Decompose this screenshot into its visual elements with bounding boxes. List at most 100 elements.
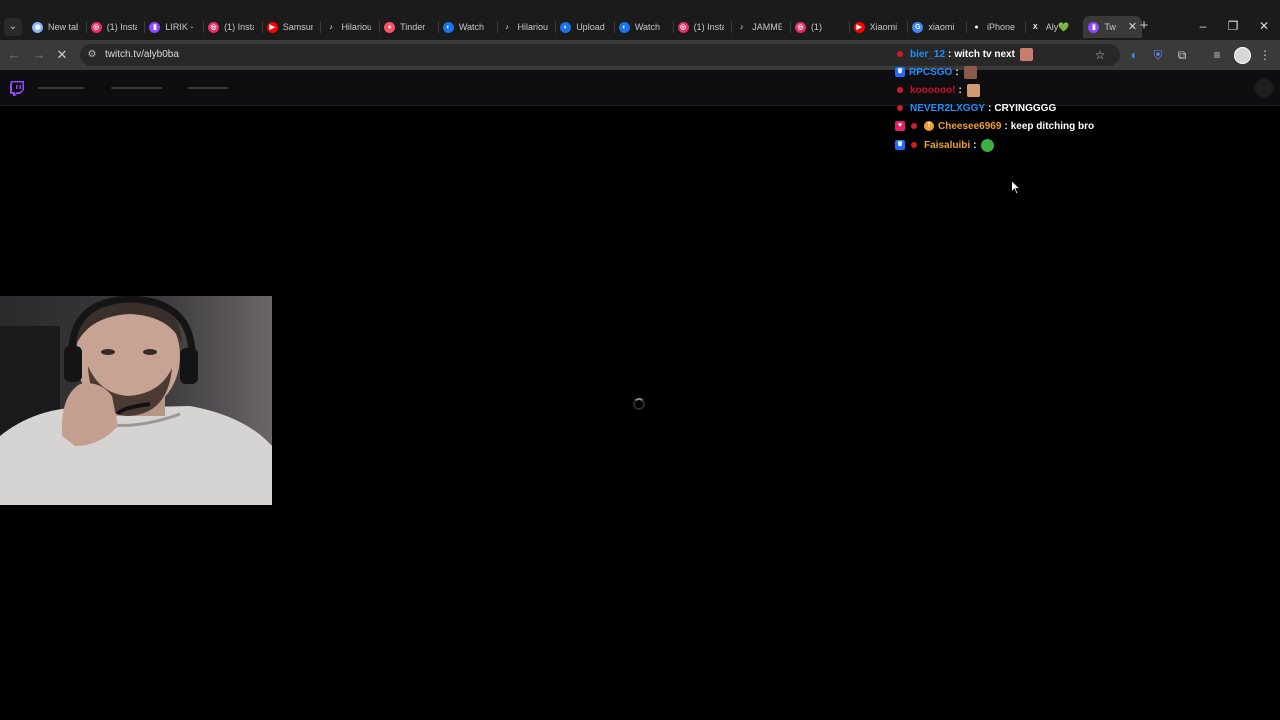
- browser-tab[interactable]: ◎ (1) Instagram: [85, 16, 145, 38]
- chat-separator: :: [948, 48, 952, 60]
- browser-tab[interactable]: ♦ Tinder: [379, 16, 438, 38]
- tinder-icon: ♦: [384, 21, 396, 33]
- nav-following-placeholder[interactable]: [38, 87, 84, 89]
- url-text[interactable]: twitch.tv/alyb0ba: [105, 49, 179, 60]
- tab-title: Tw: [1104, 22, 1116, 32]
- tab-title: JAMME: [752, 22, 783, 32]
- mouse-cursor-icon: [1011, 180, 1021, 195]
- chat-emote-icon: [963, 65, 977, 79]
- browser-tab[interactable]: ▮ Tw ✕: [1083, 16, 1143, 38]
- chat-message: ♛ Faisaluibi:: [895, 137, 995, 153]
- google-icon: G: [912, 21, 924, 33]
- browser-tab[interactable]: ◎ (1) Instagram: [203, 16, 262, 38]
- browser-tab[interactable]: ♪ Hilarious: [496, 16, 556, 38]
- chat-text: CRYINGGGG: [994, 102, 1057, 114]
- tab-title: LIRIK -: [165, 22, 194, 32]
- chat-message: ♛ RPCSGO:: [895, 64, 977, 80]
- tiktok-icon: ♪: [505, 23, 509, 31]
- x-icon: X: [1032, 23, 1038, 31]
- tiktok-icon: ♪: [329, 23, 333, 31]
- tab-title: Hilarious: [517, 22, 548, 32]
- chat-separator: :: [988, 102, 992, 114]
- status-dot-icon: [911, 142, 917, 148]
- chat-message: ♥! Cheesee6969: keep ditching bro: [895, 118, 1094, 134]
- new-tab-button[interactable]: +: [1136, 18, 1152, 34]
- forward-button[interactable]: →: [31, 47, 47, 63]
- extensions-puzzle-icon[interactable]: ⧉: [1174, 47, 1190, 63]
- chat-username[interactable]: koooooo!: [910, 85, 956, 96]
- browser-tab[interactable]: ▶ Samsung: [261, 16, 321, 38]
- chat-message: bier_12: witch tv next: [895, 46, 1033, 62]
- tiktok-icon: ♪: [740, 23, 744, 31]
- chat-username[interactable]: bier_12: [910, 49, 945, 60]
- tab-title: Xiaomi: [869, 22, 898, 32]
- prime-badge-icon: ♛: [895, 140, 905, 150]
- status-dot-icon: [911, 123, 917, 129]
- tab-title: (1) Instagram: [106, 22, 137, 32]
- tab-title: (1) Instagram: [693, 22, 724, 32]
- chat-message: koooooo!:: [895, 82, 980, 98]
- browser-tab[interactable]: ◐ Upload: [555, 16, 614, 38]
- globe-icon: ◐: [618, 21, 630, 33]
- minimize-button[interactable]: –: [1193, 17, 1213, 35]
- tab-title: New tab: [48, 22, 78, 32]
- browser-tab[interactable]: ▮ LIRIK -: [144, 16, 203, 38]
- tab-title: Upload: [576, 22, 605, 32]
- tab-title: (1) Instagram: [224, 22, 254, 32]
- browser-tab[interactable]: ◐ Watch: [437, 16, 497, 38]
- bookmark-star-icon[interactable]: ☆: [1092, 47, 1108, 63]
- chat-separator: :: [1004, 120, 1008, 132]
- browser-tab[interactable]: ◉ New tab: [27, 16, 86, 38]
- instagram-icon: ◎: [677, 21, 689, 33]
- close-window-button[interactable]: ✕: [1254, 17, 1274, 35]
- tab-list: ◉ New tab ◎ (1) Instagram ▮ LIRIK - ◎ (1) Insta…: [27, 16, 1143, 38]
- chat-username[interactable]: Cheesee6969: [938, 121, 1001, 132]
- tab-title: xiaomi: [928, 22, 955, 32]
- tab-title: Watch: [634, 22, 661, 32]
- chat-emote-icon: [1019, 47, 1033, 61]
- back-button[interactable]: ←: [6, 47, 22, 63]
- tab-title: Tinder: [400, 22, 426, 32]
- site-info-icon[interactable]: ⚙: [86, 49, 98, 61]
- browser-tab[interactable]: X Aly💚: [1024, 16, 1084, 38]
- chat-text: witch tv next: [954, 48, 1015, 60]
- nav-browse-placeholder[interactable]: [111, 87, 162, 89]
- status-dot-icon: [897, 87, 903, 93]
- streamer-webcam-image: [0, 296, 272, 505]
- tab-title: Watch: [458, 22, 484, 32]
- browser-tab[interactable]: ● iPhone: [966, 16, 1025, 38]
- browser-tab[interactable]: ◐ Watch: [613, 16, 673, 38]
- chat-username[interactable]: NEVER2LXGGY: [910, 103, 985, 114]
- browser-tab[interactable]: Gxiaomi: [907, 16, 966, 38]
- chat-separator: :: [955, 66, 959, 78]
- chat-username[interactable]: RPCSGO: [909, 67, 952, 78]
- chat-message: NEVER2LXGGY: CRYINGGGG: [895, 100, 1056, 116]
- gift-badge-icon: ♥: [895, 121, 905, 131]
- twitch-logo-icon[interactable]: [9, 80, 25, 96]
- profile-avatar[interactable]: [1234, 47, 1251, 64]
- shield-extension-icon[interactable]: ⛨: [1150, 47, 1166, 63]
- browser-tab[interactable]: ▶ Xiaomi: [848, 16, 908, 38]
- chat-separator: :: [958, 84, 962, 96]
- stop-loading-button[interactable]: ✕: [54, 47, 70, 63]
- browser-tab[interactable]: ♪ Hilarious: [320, 16, 379, 38]
- restore-button[interactable]: ❐: [1223, 17, 1243, 35]
- browser-tab[interactable]: ◎ (1) Instagram: [672, 16, 732, 38]
- tab-title: iPhone: [987, 22, 1016, 32]
- nav-more-placeholder[interactable]: [188, 87, 228, 89]
- bits-badge-icon: !: [924, 121, 934, 131]
- cast-extension-icon[interactable]: ◖: [1125, 47, 1141, 63]
- tab-title: (1): [810, 22, 822, 32]
- prime-badge-icon: ♛: [895, 67, 905, 77]
- chat-emote-icon: [966, 83, 980, 97]
- chat-separator: :: [973, 139, 977, 151]
- browser-tab[interactable]: ♪ JAMME: [731, 16, 790, 38]
- user-menu-placeholder[interactable]: [1255, 79, 1273, 97]
- browser-tab[interactable]: ◎ (1): [789, 16, 849, 38]
- chat-emote-icon: [981, 138, 995, 152]
- tab-search-button[interactable]: ⌄: [4, 18, 22, 36]
- status-dot-icon: [897, 105, 903, 111]
- chat-username[interactable]: Faisaluibi: [924, 140, 970, 151]
- media-controls-icon[interactable]: ≡: [1209, 47, 1225, 63]
- browser-menu-icon[interactable]: ⋮: [1257, 47, 1273, 63]
